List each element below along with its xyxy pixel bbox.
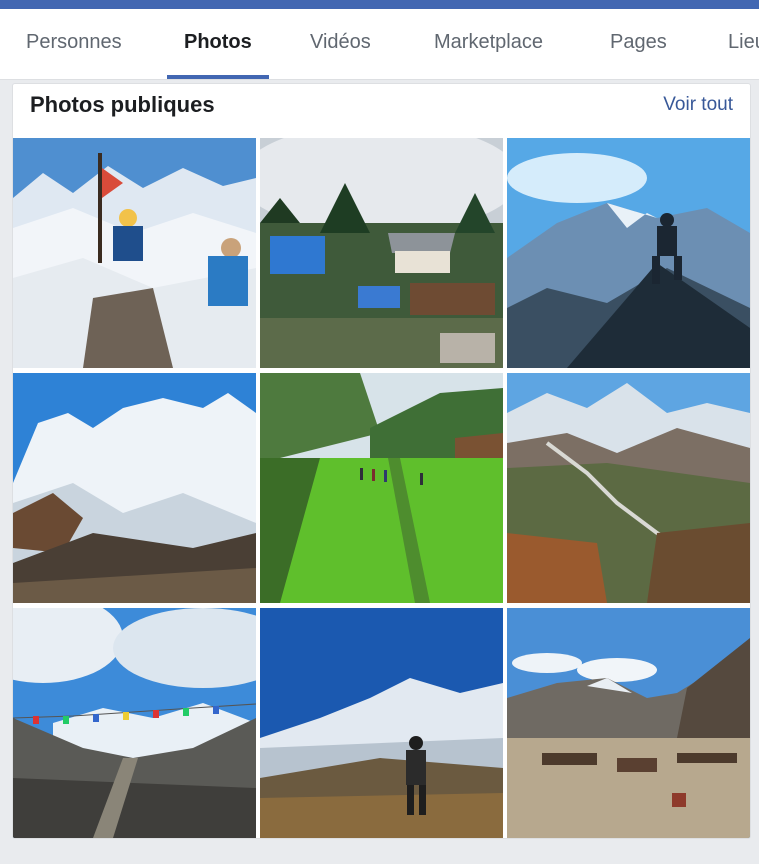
snowy-summit-hikers-photo (13, 138, 256, 368)
photo-thumbnail[interactable] (260, 138, 503, 368)
see-all-link[interactable]: Voir tout (663, 94, 733, 116)
snow-mountain-range-photo (13, 373, 256, 603)
active-tab-indicator (167, 75, 269, 79)
photo-thumbnail[interactable] (507, 373, 750, 603)
photo-thumbnail[interactable] (507, 138, 750, 368)
mountain-village-photo (260, 138, 503, 368)
tab-marketplace[interactable]: Marketplace (434, 9, 543, 79)
hiker-ridge-photo (260, 608, 503, 838)
photo-thumbnail[interactable] (260, 373, 503, 603)
section-title: Photos publiques (30, 92, 215, 117)
photo-thumbnail[interactable] (507, 608, 750, 838)
camp-valley-huts-photo (507, 608, 750, 838)
tab-photos[interactable]: Photos (184, 9, 252, 79)
photo-thumbnail[interactable] (13, 608, 256, 838)
tab-people[interactable]: Personnes (26, 9, 122, 79)
photo-grid (13, 138, 750, 838)
tab-videos[interactable]: Vidéos (310, 9, 371, 79)
prayer-flags-rocks-photo (13, 608, 256, 838)
climber-silhouette-peak-photo (507, 138, 750, 368)
tab-places[interactable]: Lieu (728, 9, 759, 79)
photo-thumbnail[interactable] (260, 608, 503, 838)
search-filter-tabs: Personnes Photos Vidéos Marketplace Page… (0, 9, 759, 80)
top-nav-bar (0, 0, 759, 9)
photo-thumbnail[interactable] (13, 138, 256, 368)
public-photos-card: Photos publiques Voir tout (12, 83, 751, 839)
photo-thumbnail[interactable] (13, 373, 256, 603)
green-rice-field-trek-photo (260, 373, 503, 603)
tab-pages[interactable]: Pages (610, 9, 667, 79)
glacier-valley-photo (507, 373, 750, 603)
